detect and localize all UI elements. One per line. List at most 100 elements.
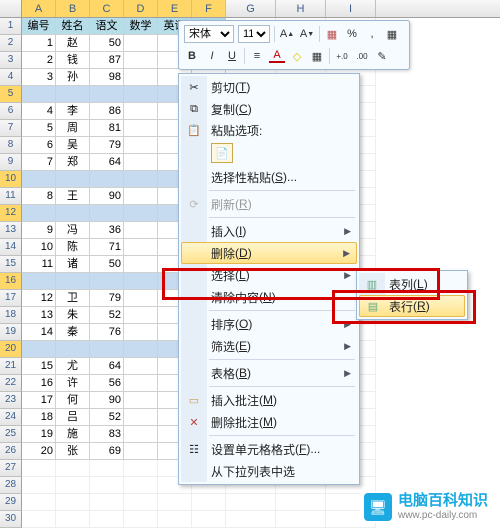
cell[interactable] [124, 324, 158, 341]
cell[interactable] [124, 477, 158, 494]
cell[interactable] [124, 205, 158, 222]
formats-button[interactable]: ▦ [384, 26, 400, 42]
cell[interactable] [22, 494, 56, 511]
styles-button[interactable]: ▦ [324, 26, 340, 42]
cell[interactable] [22, 171, 56, 188]
cell[interactable] [124, 460, 158, 477]
cell[interactable] [56, 460, 90, 477]
cell[interactable] [226, 494, 276, 511]
cell[interactable] [56, 494, 90, 511]
col-I[interactable]: I [326, 0, 376, 17]
row-header[interactable]: 14 [0, 239, 22, 256]
col-G[interactable]: G [226, 0, 276, 17]
cell[interactable]: 数学 [124, 18, 158, 35]
cell[interactable]: 1 [22, 35, 56, 52]
cell[interactable]: 71 [90, 239, 124, 256]
col-A[interactable]: A [22, 0, 56, 17]
cell[interactable] [22, 273, 56, 290]
underline-button[interactable]: U [224, 48, 240, 64]
cell[interactable] [226, 511, 276, 528]
align-button[interactable]: ≡ [249, 48, 265, 64]
cell[interactable] [124, 375, 158, 392]
cell[interactable] [124, 443, 158, 460]
decrease-decimal-button[interactable]: .00 [354, 48, 370, 64]
row-header[interactable]: 11 [0, 188, 22, 205]
shrink-font-button[interactable]: A▼ [299, 26, 315, 42]
cell[interactable] [56, 86, 90, 103]
row-header[interactable]: 22 [0, 375, 22, 392]
cell[interactable]: 何 [56, 392, 90, 409]
cell[interactable] [90, 460, 124, 477]
row-header[interactable]: 18 [0, 307, 22, 324]
cell[interactable]: 吴 [56, 137, 90, 154]
row-header[interactable]: 21 [0, 358, 22, 375]
row-header[interactable]: 10 [0, 171, 22, 188]
cell[interactable]: 张 [56, 443, 90, 460]
cell[interactable] [124, 35, 158, 52]
cell[interactable]: 79 [90, 290, 124, 307]
cell[interactable] [124, 188, 158, 205]
cell[interactable]: 13 [22, 307, 56, 324]
increase-decimal-button[interactable]: +.0 [334, 48, 350, 64]
submenu-table-column[interactable]: ▥表列(L) [359, 273, 465, 295]
cell[interactable] [124, 103, 158, 120]
cell[interactable]: 10 [22, 239, 56, 256]
row-header[interactable]: 28 [0, 477, 22, 494]
cell[interactable] [192, 511, 226, 528]
cell[interactable]: 52 [90, 307, 124, 324]
format-painter-button[interactable]: ✎ [374, 48, 390, 64]
col-B[interactable]: B [56, 0, 90, 17]
cell[interactable] [56, 511, 90, 528]
cell[interactable]: 冯 [56, 222, 90, 239]
font-select[interactable]: 宋体 [184, 25, 234, 43]
cell[interactable] [124, 239, 158, 256]
cell[interactable] [90, 171, 124, 188]
cell[interactable] [124, 341, 158, 358]
row-header[interactable]: 8 [0, 137, 22, 154]
row-header[interactable]: 25 [0, 426, 22, 443]
cell[interactable] [124, 307, 158, 324]
cell[interactable] [56, 171, 90, 188]
cell[interactable] [90, 86, 124, 103]
cell[interactable] [158, 494, 192, 511]
cell[interactable]: 6 [22, 137, 56, 154]
menu-filter[interactable]: 筛选(E)▶ [181, 335, 357, 357]
cell[interactable]: 79 [90, 137, 124, 154]
cell[interactable]: 14 [22, 324, 56, 341]
row-header[interactable]: 2 [0, 35, 22, 52]
cell[interactable]: 20 [22, 443, 56, 460]
cell[interactable]: 孙 [56, 69, 90, 86]
row-header[interactable]: 23 [0, 392, 22, 409]
menu-cut[interactable]: ✂剪切(T) [181, 76, 357, 98]
cell[interactable]: 18 [22, 409, 56, 426]
cell[interactable]: 语文 [90, 18, 124, 35]
cell[interactable] [124, 154, 158, 171]
cell[interactable] [124, 409, 158, 426]
paste-option-icon[interactable]: 📄 [211, 143, 233, 163]
cell[interactable]: 钱 [56, 52, 90, 69]
cell[interactable] [56, 341, 90, 358]
cell[interactable]: 83 [90, 426, 124, 443]
cell[interactable]: 诸 [56, 256, 90, 273]
select-all-corner[interactable] [0, 0, 22, 17]
row-header[interactable]: 20 [0, 341, 22, 358]
cell[interactable]: 86 [90, 103, 124, 120]
cell[interactable]: 赵 [56, 35, 90, 52]
col-D[interactable]: D [124, 0, 158, 17]
cell[interactable] [22, 341, 56, 358]
cell[interactable]: 李 [56, 103, 90, 120]
menu-paste-opt-btn[interactable]: 📄 [181, 140, 357, 166]
col-E[interactable]: E [158, 0, 192, 17]
row-header[interactable]: 12 [0, 205, 22, 222]
cell[interactable]: 12 [22, 290, 56, 307]
menu-delete-comment[interactable]: ✕删除批注(M) [181, 411, 357, 433]
cell[interactable] [56, 273, 90, 290]
cell[interactable] [90, 477, 124, 494]
cell[interactable]: 90 [90, 188, 124, 205]
cell[interactable]: 朱 [56, 307, 90, 324]
row-header[interactable]: 24 [0, 409, 22, 426]
cell[interactable]: 7 [22, 154, 56, 171]
cell[interactable]: 9 [22, 222, 56, 239]
cell[interactable]: 81 [90, 120, 124, 137]
menu-delete[interactable]: 删除(D)▶ [181, 242, 357, 264]
